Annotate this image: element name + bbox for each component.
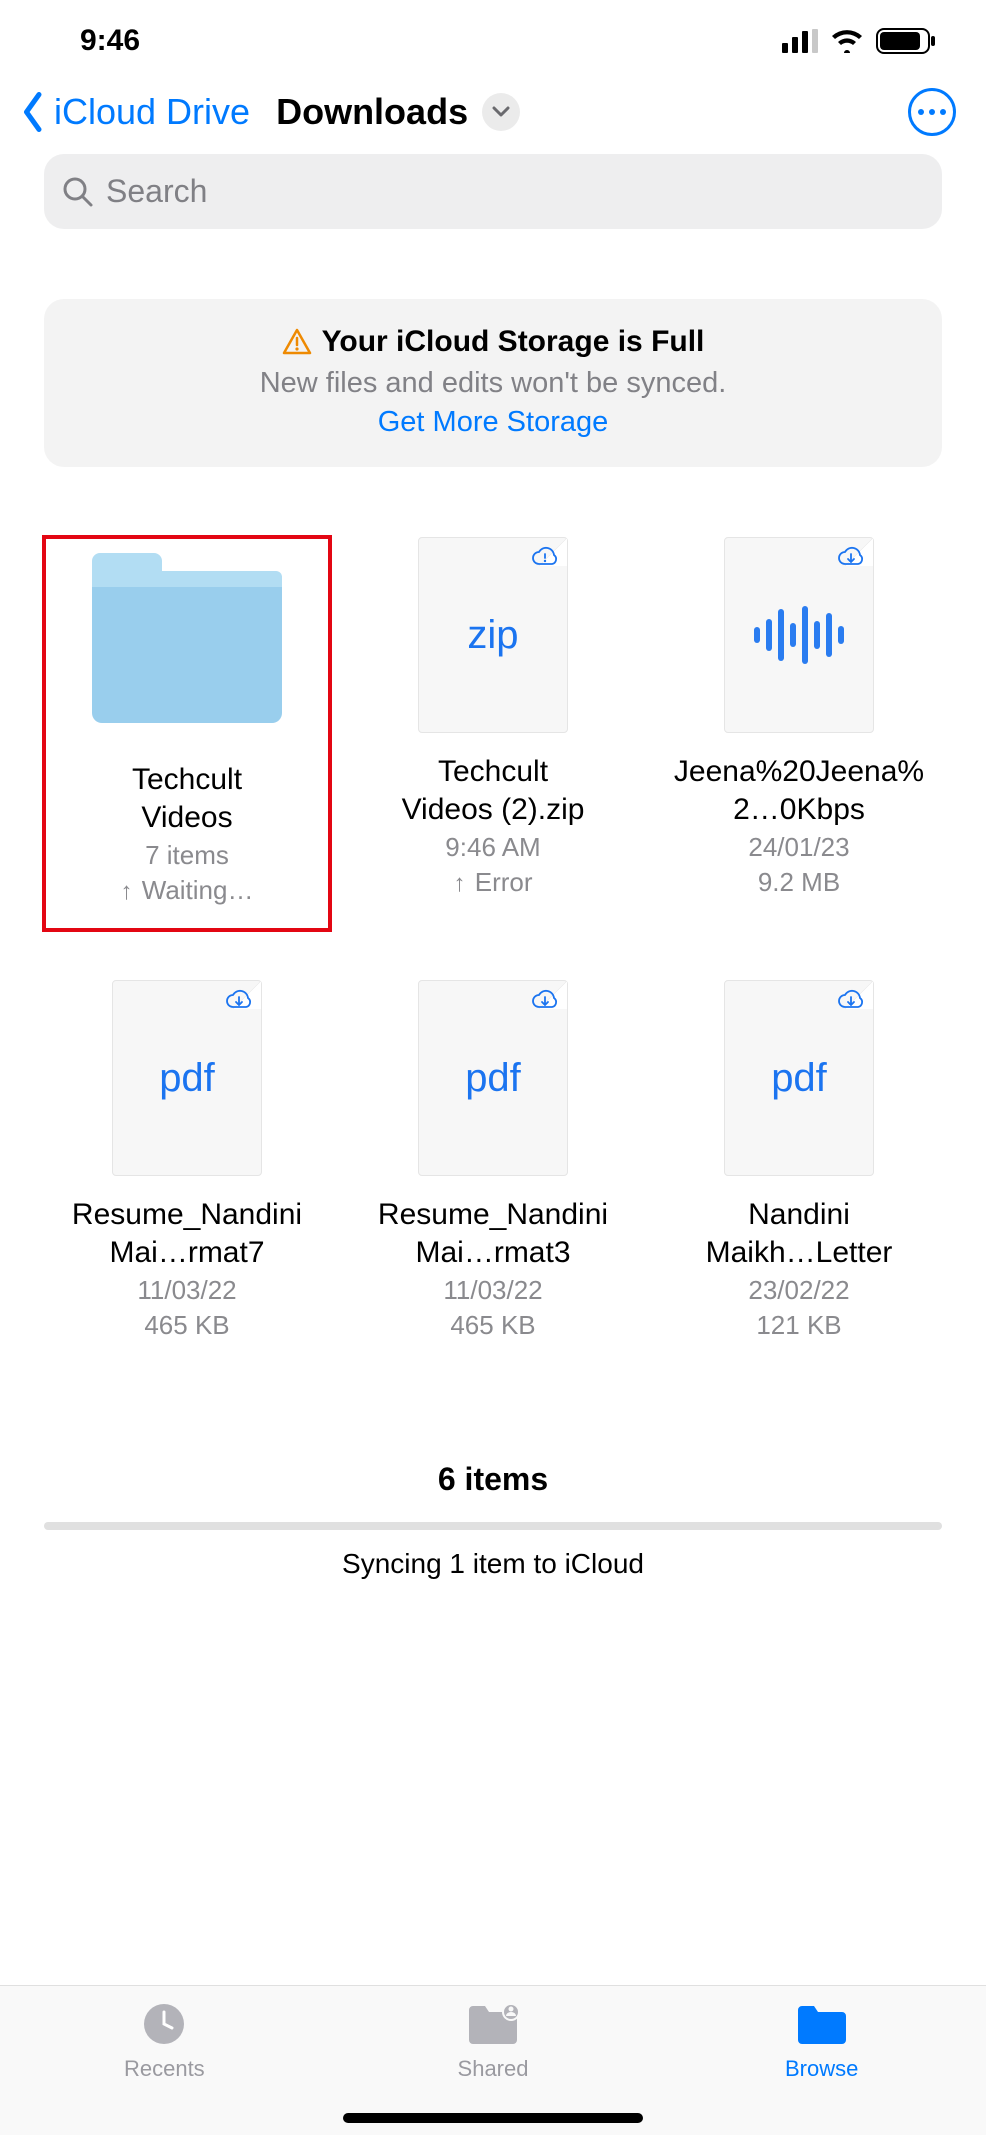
back-button[interactable]: iCloud Drive: [20, 91, 250, 133]
item-sub-1: 23/02/22: [748, 1275, 849, 1306]
tab-label: Browse: [785, 2056, 858, 2082]
file-item[interactable]: pdf Resume_Nandini Mai…rmat3 11/03/22 465 K…: [350, 980, 636, 1341]
search-bar[interactable]: [44, 154, 942, 229]
wifi-icon: [830, 29, 864, 53]
folder-thumbnail: [89, 545, 285, 741]
cellular-icon: [782, 29, 818, 53]
status-bar: 9:46: [0, 0, 986, 72]
item-sub-1: 7 items: [145, 840, 229, 871]
item-sub-1: 9:46 AM: [445, 832, 540, 863]
item-sub-2: 465 KB: [144, 1310, 229, 1341]
warning-icon: [282, 328, 312, 356]
file-grid: Techcult Videos 7 items ↑ Waiting… zip Techc…: [0, 467, 986, 1341]
back-label: iCloud Drive: [54, 91, 250, 133]
folder-item[interactable]: Techcult Videos 7 items ↑ Waiting…: [44, 537, 330, 930]
home-indicator: [343, 2113, 643, 2123]
item-name: Techcult Videos: [132, 761, 242, 836]
item-name: Resume_Nandini Mai…rmat3: [363, 1196, 623, 1271]
file-thumbnail: pdf: [724, 980, 874, 1176]
file-item[interactable]: Jeena%20Jeena%2…0Kbps 24/01/23 9.2 MB: [656, 537, 942, 930]
item-sub-2: 9.2 MB: [758, 867, 840, 898]
banner-link[interactable]: Get More Storage: [74, 406, 912, 439]
banner-subtitle: New files and edits won't be synced.: [74, 367, 912, 400]
more-button[interactable]: [908, 88, 956, 136]
file-item[interactable]: pdf Nandini Maikh…Letter 23/02/22 121 KB: [656, 980, 942, 1341]
title-container: Downloads: [276, 91, 520, 133]
item-sub-2: ↑ Waiting…: [121, 875, 254, 906]
clock-icon: [138, 2002, 190, 2046]
cloud-download-icon: [837, 989, 865, 1011]
file-thumbnail: zip: [418, 537, 568, 733]
item-count: 6 items: [44, 1461, 942, 1498]
cloud-download-icon: [225, 989, 253, 1011]
folder-icon: [796, 2002, 848, 2046]
page-title: Downloads: [276, 91, 468, 133]
status-time: 9:46: [80, 24, 140, 58]
chevron-down-icon: [492, 106, 510, 118]
file-thumbnail: pdf: [112, 980, 262, 1176]
summary: 6 items Syncing 1 item to iCloud: [0, 1461, 986, 1580]
item-name: Jeena%20Jeena%2…0Kbps: [669, 753, 929, 828]
sync-progress: [44, 1522, 942, 1530]
file-type-label: pdf: [771, 1056, 827, 1101]
shared-folder-icon: [467, 2002, 519, 2046]
title-menu-button[interactable]: [482, 93, 520, 131]
cloud-error-icon: [531, 546, 559, 568]
tab-label: Shared: [458, 2056, 529, 2082]
item-sub-1: 11/03/22: [443, 1275, 542, 1306]
item-name: Techcult Videos (2).zip: [402, 753, 585, 828]
tab-label: Recents: [124, 2056, 205, 2082]
sync-status: Syncing 1 item to iCloud: [44, 1548, 942, 1580]
cloud-download-icon: [837, 546, 865, 568]
item-name: Resume_Nandini Mai…rmat7: [57, 1196, 317, 1271]
item-sub-2: ↑ Error: [454, 867, 533, 898]
cloud-download-icon: [531, 989, 559, 1011]
file-type-label: zip: [467, 613, 518, 658]
item-sub-2: 121 KB: [756, 1310, 841, 1341]
search-icon: [62, 176, 94, 208]
item-sub-1: 11/03/22: [137, 1275, 236, 1306]
item-sub-1: 24/01/23: [748, 832, 849, 863]
item-sub-2: 465 KB: [450, 1310, 535, 1341]
tab-browse[interactable]: Browse: [657, 1986, 986, 2135]
file-type-label: pdf: [465, 1056, 521, 1101]
file-item[interactable]: zip Techcult Videos (2).zip 9:46 AM ↑ Error: [350, 537, 636, 930]
nav-header: iCloud Drive Downloads: [0, 72, 986, 154]
file-thumbnail: [724, 537, 874, 733]
file-type-label: pdf: [159, 1056, 215, 1101]
storage-banner: Your iCloud Storage is Full New files an…: [44, 299, 942, 467]
search-input[interactable]: [106, 173, 924, 210]
file-thumbnail: pdf: [418, 980, 568, 1176]
banner-title: Your iCloud Storage is Full: [282, 325, 705, 359]
battery-icon: [876, 28, 936, 54]
item-name: Nandini Maikh…Letter: [706, 1196, 893, 1271]
chevron-left-icon: [20, 92, 48, 132]
tab-recents[interactable]: Recents: [0, 1986, 329, 2135]
more-icon: [918, 109, 924, 115]
audio-waveform-icon: [754, 606, 844, 664]
file-item[interactable]: pdf Resume_Nandini Mai…rmat7 11/03/22 465 K…: [44, 980, 330, 1341]
status-icons: [782, 28, 936, 54]
